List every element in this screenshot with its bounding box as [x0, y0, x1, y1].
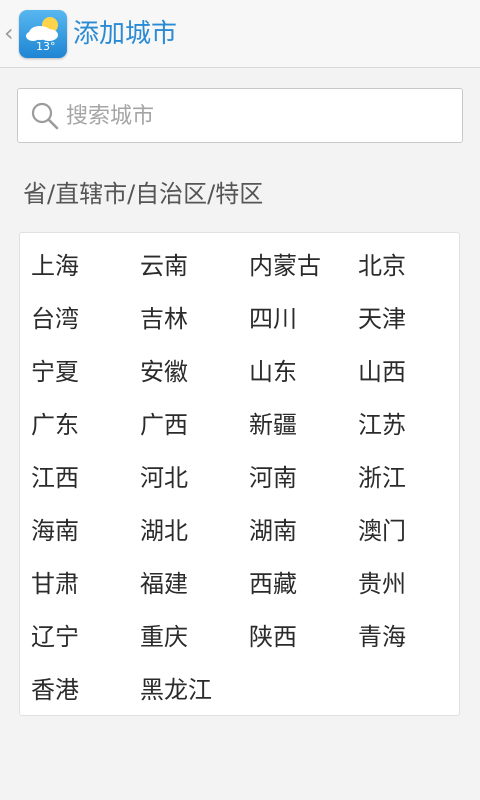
- city-item[interactable]: 辽宁: [31, 617, 140, 670]
- city-item[interactable]: 天津: [358, 299, 458, 352]
- city-item[interactable]: 北京: [358, 246, 458, 299]
- city-item[interactable]: 山东: [249, 352, 358, 405]
- city-item[interactable]: 河南: [249, 458, 358, 511]
- city-item[interactable]: 云南: [140, 246, 249, 299]
- search-icon: [31, 102, 59, 130]
- city-item[interactable]: 重庆: [140, 617, 249, 670]
- header-bar: ‹ 13° 添加城市: [0, 0, 480, 68]
- city-item[interactable]: 台湾: [31, 299, 140, 352]
- city-item[interactable]: 内蒙古: [249, 246, 358, 299]
- city-item[interactable]: 新疆: [249, 405, 358, 458]
- page-title: 添加城市: [73, 19, 178, 49]
- city-item[interactable]: 黑龙江: [140, 670, 249, 723]
- city-item[interactable]: 吉林: [140, 299, 249, 352]
- add-city-screen: ‹ 13° 添加城市 省/直辖市/自治区/特区 上海云南内蒙古北京台湾吉林四川天…: [0, 0, 480, 800]
- city-item[interactable]: 海南: [31, 511, 140, 564]
- city-item[interactable]: 广西: [140, 405, 249, 458]
- city-item[interactable]: 澳门: [358, 511, 458, 564]
- search-input[interactable]: [66, 97, 446, 135]
- city-item[interactable]: 香港: [31, 670, 140, 723]
- city-item[interactable]: 青海: [358, 617, 458, 670]
- city-item[interactable]: 江西: [31, 458, 140, 511]
- city-item[interactable]: 河北: [140, 458, 249, 511]
- city-item[interactable]: 贵州: [358, 564, 458, 617]
- city-item[interactable]: 浙江: [358, 458, 458, 511]
- city-item[interactable]: 上海: [31, 246, 140, 299]
- city-item[interactable]: 山西: [358, 352, 458, 405]
- search-box[interactable]: [17, 88, 463, 143]
- city-item[interactable]: 甘肃: [31, 564, 140, 617]
- city-item[interactable]: 湖南: [249, 511, 358, 564]
- icon-temperature: 13°: [36, 40, 56, 53]
- city-item[interactable]: 广东: [31, 405, 140, 458]
- city-item[interactable]: 福建: [140, 564, 249, 617]
- city-item[interactable]: 四川: [249, 299, 358, 352]
- city-item[interactable]: 西藏: [249, 564, 358, 617]
- weather-app-icon: 13°: [19, 10, 67, 58]
- city-item[interactable]: 湖北: [140, 511, 249, 564]
- chevron-left-icon: ‹: [4, 19, 14, 47]
- back-button[interactable]: ‹ 13°: [0, 8, 72, 60]
- city-item[interactable]: 安徽: [140, 352, 249, 405]
- city-grid: 上海 云南 内蒙古 北京台湾 吉林 四川 天津宁夏 安徽 山东 山西广东 广西 新疆 江苏江西 河北 河南浙…: [31, 246, 461, 723]
- city-list-panel: 上海 云南 内蒙古 北京台湾 吉林 四川 天津宁夏 安徽 山东 山西广东 广西 新疆 江苏江西 河北 河南浙…: [19, 232, 460, 716]
- city-item[interactable]: 陕西: [249, 617, 358, 670]
- city-item[interactable]: 宁夏: [31, 352, 140, 405]
- city-item[interactable]: 江苏: [358, 405, 458, 458]
- section-title-provinces: 省/直辖市/自治区/特区: [23, 180, 264, 208]
